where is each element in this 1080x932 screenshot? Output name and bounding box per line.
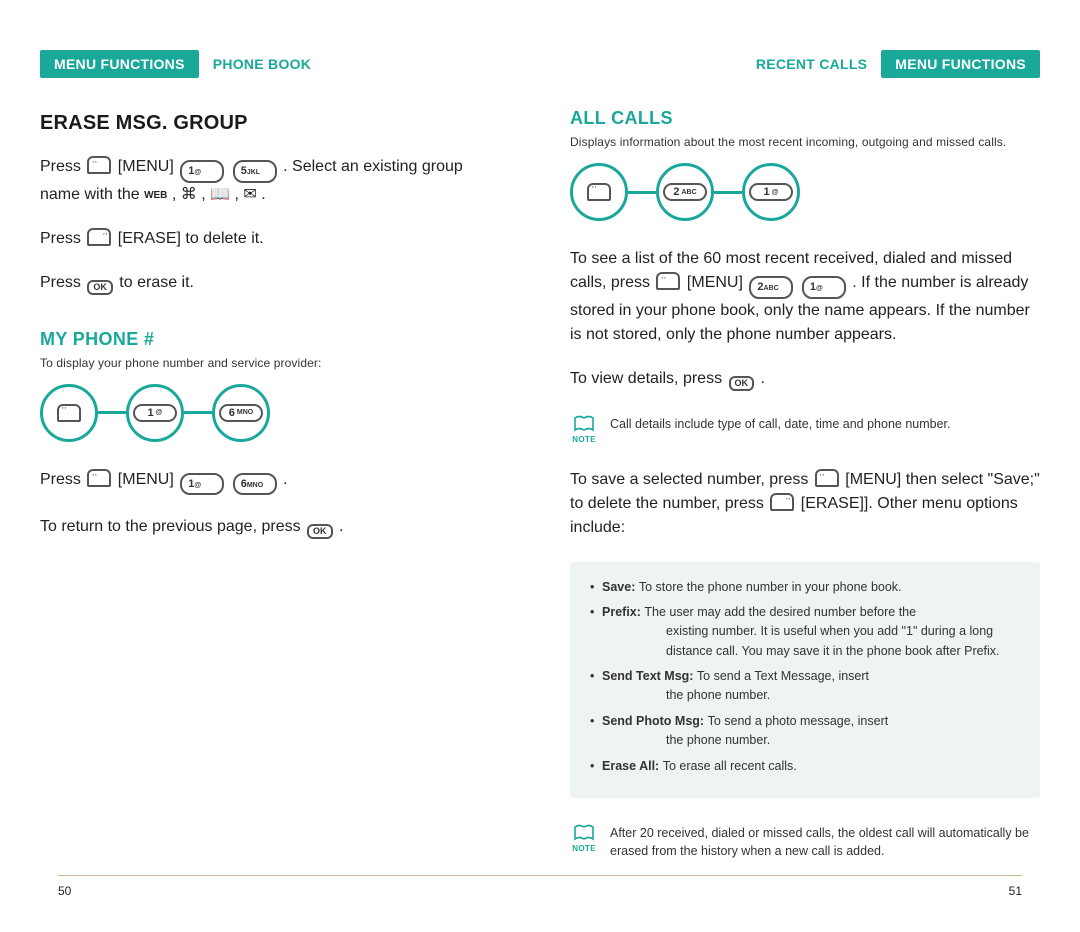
text: to erase it. bbox=[119, 274, 194, 291]
manual-spread: MENU FUNCTIONS PHONE BOOK ERASE MSG. GRO… bbox=[0, 0, 1080, 932]
option-item: Prefix: The user may add the desired num… bbox=[588, 603, 1022, 661]
erase-delete-line: Press [ERASE] to delete it. bbox=[40, 227, 510, 251]
key-1-icon: 1@ bbox=[802, 276, 846, 299]
allcalls-save-delete: To save a selected number, press [MENU] … bbox=[570, 468, 1040, 540]
text: To return to the previous page, press bbox=[40, 518, 305, 535]
note-book-icon: NOTE bbox=[570, 415, 598, 444]
note-label: NOTE bbox=[572, 844, 596, 853]
ok-key-icon: OK bbox=[729, 376, 755, 391]
step-key-6-icon: 6MNO bbox=[212, 384, 270, 442]
text: [MENU] bbox=[687, 274, 747, 291]
key-1-icon: 1@ bbox=[180, 160, 224, 183]
text: [MENU] bbox=[118, 158, 178, 175]
note-text: Call details include type of call, date,… bbox=[610, 415, 1040, 433]
text: To view details, press bbox=[570, 370, 727, 387]
option-item: Erase All: To erase all recent calls. bbox=[588, 757, 1022, 776]
step-circles-allcalls: 2ABC 1@ bbox=[570, 163, 1040, 221]
connector bbox=[184, 411, 212, 414]
text: Press bbox=[40, 274, 85, 291]
softkey-left-icon bbox=[656, 272, 680, 290]
footer-rule bbox=[58, 875, 1022, 876]
allcalls-view-details: To view details, press OK . bbox=[570, 367, 1040, 391]
key-1-icon: 1@ bbox=[180, 473, 224, 496]
erase-instructions: Press [MENU] 1@ 5JKL . Select an existin… bbox=[40, 155, 510, 207]
softkey-left-icon bbox=[87, 156, 111, 174]
text: . Select an existing group bbox=[283, 158, 463, 175]
section-sub: RECENT CALLS bbox=[756, 56, 867, 72]
page-left: MENU FUNCTIONS PHONE BOOK ERASE MSG. GRO… bbox=[40, 50, 510, 892]
key-2-icon: 2ABC bbox=[749, 276, 793, 299]
softkey-left-icon bbox=[57, 404, 81, 422]
option-item: Save: To store the phone number in your … bbox=[588, 578, 1022, 597]
softkey-left-icon bbox=[587, 183, 611, 201]
page-number-left: 50 bbox=[58, 884, 71, 898]
note-history-limit: NOTE After 20 received, dialed or missed… bbox=[570, 824, 1040, 860]
heading-my-phone: MY PHONE # bbox=[40, 329, 510, 350]
step-key-1-icon: 1@ bbox=[742, 163, 800, 221]
all-calls-desc: Displays information about the most rece… bbox=[570, 135, 1040, 149]
options-list: Save: To store the phone number in your … bbox=[588, 578, 1022, 776]
connector bbox=[98, 411, 126, 414]
section-pill: MENU FUNCTIONS bbox=[40, 50, 199, 78]
erase-confirm-line: Press OK to erase it. bbox=[40, 271, 510, 295]
page-right: RECENT CALLS MENU FUNCTIONS ALL CALLS Di… bbox=[570, 50, 1040, 892]
section-sub: PHONE BOOK bbox=[213, 56, 311, 72]
allcalls-body-1: To see a list of the 60 most recent rece… bbox=[570, 247, 1040, 347]
web-label: WEB bbox=[144, 190, 167, 201]
text: . bbox=[283, 471, 287, 488]
text: . bbox=[760, 370, 764, 387]
softkey-left-icon bbox=[87, 469, 111, 487]
text: Press bbox=[40, 230, 85, 247]
myphone-return-line: To return to the previous page, press OK… bbox=[40, 515, 510, 539]
option-item: Send Photo Msg: To send a photo message,… bbox=[588, 712, 1022, 751]
step-softkey-icon bbox=[570, 163, 628, 221]
note-book-icon: NOTE bbox=[570, 824, 598, 853]
connector bbox=[628, 191, 656, 194]
options-box: Save: To store the phone number in your … bbox=[570, 562, 1040, 798]
myphone-press-line: Press [MENU] 1@ 6MNO . bbox=[40, 468, 510, 496]
text: . bbox=[339, 518, 343, 535]
text: Press bbox=[40, 158, 85, 175]
header-right: RECENT CALLS MENU FUNCTIONS bbox=[570, 50, 1040, 78]
softkey-right-icon bbox=[770, 493, 794, 511]
header-left: MENU FUNCTIONS PHONE BOOK bbox=[40, 50, 510, 78]
step-softkey-icon bbox=[40, 384, 98, 442]
key-5-icon: 5JKL bbox=[233, 160, 277, 183]
heading-erase-msg-group: ERASE MSG. GROUP bbox=[40, 112, 510, 135]
text: [ERASE] to delete it. bbox=[118, 230, 264, 247]
step-key-1-icon: 1@ bbox=[126, 384, 184, 442]
page-number-right: 51 bbox=[1009, 884, 1022, 898]
note-call-details: NOTE Call details include type of call, … bbox=[570, 415, 1040, 444]
text: Press bbox=[40, 471, 85, 488]
note-label: NOTE bbox=[572, 435, 596, 444]
key-6-icon: 6MNO bbox=[233, 473, 277, 496]
section-pill: MENU FUNCTIONS bbox=[881, 50, 1040, 78]
step-circles-myphone: 1@ 6MNO bbox=[40, 384, 510, 442]
text: To save a selected number, press bbox=[570, 471, 813, 488]
connector bbox=[714, 191, 742, 194]
nav-glyphs: , ⌘ , 📖 , ✉ . bbox=[172, 186, 266, 203]
note-text: After 20 received, dialed or missed call… bbox=[610, 824, 1040, 860]
ok-key-icon: OK bbox=[307, 524, 333, 539]
softkey-left-icon bbox=[815, 469, 839, 487]
softkey-right-icon bbox=[87, 228, 111, 246]
text: name with the bbox=[40, 186, 144, 203]
ok-key-icon: OK bbox=[87, 280, 113, 295]
text: [MENU] bbox=[118, 471, 178, 488]
heading-all-calls: ALL CALLS bbox=[570, 108, 1040, 129]
my-phone-desc: To display your phone number and service… bbox=[40, 356, 510, 370]
option-item: Send Text Msg: To send a Text Message, i… bbox=[588, 667, 1022, 706]
step-key-2-icon: 2ABC bbox=[656, 163, 714, 221]
